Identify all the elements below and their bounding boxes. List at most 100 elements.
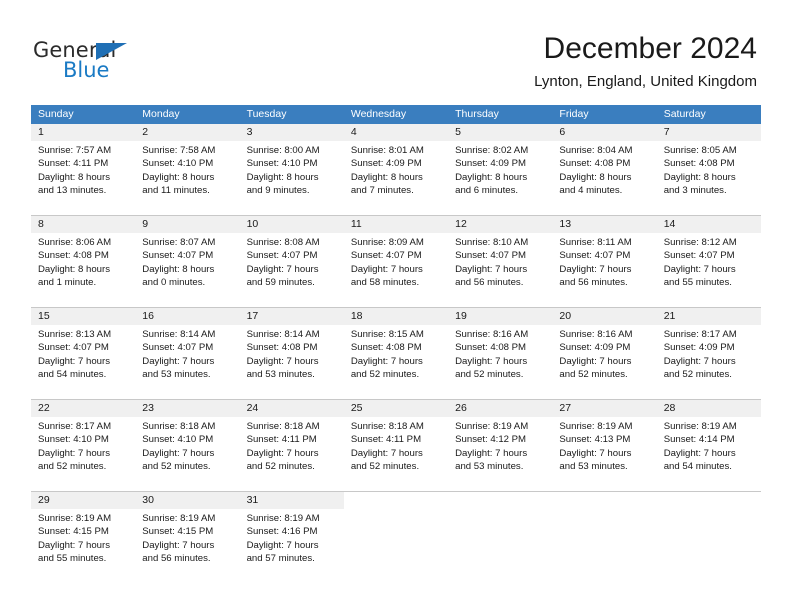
weekday-header-row: Sunday Monday Tuesday Wednesday Thursday… [31,105,761,124]
day-cell[interactable]: 11 Sunrise: 8:09 AM Sunset: 4:07 PM Dayligh… [343,216,449,294]
daylight-text-line1: Daylight: 7 hours [455,355,528,367]
day-cell[interactable]: 6 Sunrise: 8:04 AM Sunset: 4:08 PM Daylight… [552,124,657,202]
sunrise-text: Sunrise: 8:02 AM [455,145,529,156]
daylight-text-line1: Daylight: 7 hours [663,447,736,459]
day-cell-empty [343,492,449,570]
sunset-text: Sunset: 4:15 PM [38,526,109,538]
day-number: 6 [552,124,657,141]
sunrise-text: Sunrise: 7:57 AM [38,145,112,156]
day-number: 22 [31,400,136,417]
sunset-text: Sunset: 4:08 PM [455,342,527,354]
sunrise-text: Sunrise: 8:07 AM [142,237,216,248]
day-sun-info: Sunrise: 8:19 AM Sunset: 4:16 PM Daylight:… [240,509,344,566]
day-number: 2 [135,124,240,141]
weekday-header-wednesday: Wednesday [350,108,407,120]
week-spacer [31,478,761,491]
weekday-header-tuesday: Tuesday [246,108,287,120]
day-sun-info: Sunrise: 8:19 AM Sunset: 4:12 PM Daylight:… [448,417,552,474]
day-cell[interactable]: 29 Sunrise: 8:19 AM Sunset: 4:15 PM Dayligh… [31,492,136,570]
day-cell[interactable]: 24 Sunrise: 8:18 AM Sunset: 4:11 PM Dayligh… [239,400,344,478]
day-number: 24 [239,400,344,417]
day-sun-info: Sunrise: 8:19 AM Sunset: 4:15 PM Daylight:… [31,509,135,566]
sunrise-text: Sunrise: 8:06 AM [38,237,112,248]
day-cell[interactable]: 28 Sunrise: 8:19 AM Sunset: 4:14 PM Dayligh… [656,400,761,478]
day-cell[interactable]: 1 Sunrise: 7:57 AM Sunset: 4:11 PM Daylight… [31,124,136,202]
day-sun-info: Sunrise: 8:06 AM Sunset: 4:08 PM Daylight:… [31,233,135,290]
sunset-text: Sunset: 4:07 PM [38,342,109,354]
weekday-header-thursday: Thursday [455,108,499,120]
day-cell[interactable]: 16 Sunrise: 8:14 AM Sunset: 4:07 PM Dayligh… [135,308,240,386]
calendar-grid: Sunday Monday Tuesday Wednesday Thursday… [31,105,761,570]
daylight-text-line1: Daylight: 7 hours [663,263,736,275]
week-spacer [31,386,761,399]
day-sun-info: Sunrise: 8:12 AM Sunset: 4:07 PM Daylight:… [657,233,761,290]
day-sun-info: Sunrise: 7:58 AM Sunset: 4:10 PM Daylight:… [135,141,239,198]
calendar-week-row: 15 Sunrise: 8:13 AM Sunset: 4:07 PM Dayligh… [31,307,761,386]
title-block: December 2024 Lynton, England, United Ki… [534,30,757,93]
day-cell[interactable]: 8 Sunrise: 8:06 AM Sunset: 4:08 PM Daylight… [31,216,136,294]
sunrise-text: Sunrise: 8:10 AM [455,237,529,248]
day-cell[interactable]: 22 Sunrise: 8:17 AM Sunset: 4:10 PM Dayligh… [31,400,136,478]
day-cell[interactable]: 21 Sunrise: 8:17 AM Sunset: 4:09 PM Dayligh… [656,308,761,386]
sunrise-text: Sunrise: 8:16 AM [455,329,529,340]
day-cell[interactable]: 15 Sunrise: 8:13 AM Sunset: 4:07 PM Dayligh… [31,308,136,386]
day-number: 25 [343,400,449,417]
daylight-text-line1: Daylight: 8 hours [455,171,528,183]
sunset-text: Sunset: 4:09 PM [455,158,527,170]
daylight-text-line2: and 52 minutes. [142,461,211,473]
day-cell[interactable]: 13 Sunrise: 8:11 AM Sunset: 4:07 PM Dayligh… [552,216,657,294]
daylight-text-line2: and 53 minutes. [142,369,211,381]
day-cell[interactable]: 30 Sunrise: 8:19 AM Sunset: 4:15 PM Dayligh… [135,492,240,570]
day-cell[interactable]: 14 Sunrise: 8:12 AM Sunset: 4:07 PM Dayligh… [656,216,761,294]
day-cell-empty [552,492,657,570]
day-cell[interactable]: 7 Sunrise: 8:05 AM Sunset: 4:08 PM Daylight… [656,124,761,202]
calendar-week-row: 8 Sunrise: 8:06 AM Sunset: 4:08 PM Daylight… [31,215,761,294]
daylight-text-line2: and 57 minutes. [246,553,315,565]
day-cell[interactable]: 20 Sunrise: 8:16 AM Sunset: 4:09 PM Dayligh… [552,308,657,386]
daylight-text-line1: Daylight: 7 hours [38,539,110,551]
day-cell[interactable]: 9 Sunrise: 8:07 AM Sunset: 4:07 PM Daylight… [135,216,240,294]
daylight-text-line2: and 7 minutes. [350,185,414,197]
day-cell[interactable]: 2 Sunrise: 7:58 AM Sunset: 4:10 PM Daylight… [135,124,240,202]
sunset-text: Sunset: 4:07 PM [142,250,214,262]
day-cell[interactable]: 4 Sunrise: 8:01 AM Sunset: 4:09 PM Daylight… [343,124,449,202]
day-cell[interactable]: 26 Sunrise: 8:19 AM Sunset: 4:12 PM Dayligh… [448,400,553,478]
day-sun-info: Sunrise: 8:07 AM Sunset: 4:07 PM Daylight:… [135,233,239,290]
day-cell[interactable]: 10 Sunrise: 8:08 AM Sunset: 4:07 PM Dayligh… [239,216,344,294]
day-cell[interactable]: 31 Sunrise: 8:19 AM Sunset: 4:16 PM Dayligh… [239,492,344,570]
daylight-text-line2: and 52 minutes. [559,369,628,381]
daylight-text-line1: Daylight: 7 hours [455,447,528,459]
sunrise-text: Sunrise: 8:19 AM [142,513,216,524]
sunset-text: Sunset: 4:10 PM [38,434,109,446]
day-cell[interactable]: 12 Sunrise: 8:10 AM Sunset: 4:07 PM Dayligh… [448,216,553,294]
day-sun-info: Sunrise: 8:05 AM Sunset: 4:08 PM Daylight:… [657,141,761,198]
day-cell[interactable]: 27 Sunrise: 8:19 AM Sunset: 4:13 PM Dayligh… [552,400,657,478]
day-cell-empty [656,492,761,570]
day-sun-info [344,509,448,512]
day-sun-info: Sunrise: 8:16 AM Sunset: 4:08 PM Daylight:… [448,325,552,382]
sunset-text: Sunset: 4:07 PM [559,250,631,262]
day-cell[interactable]: 18 Sunrise: 8:15 AM Sunset: 4:08 PM Dayligh… [343,308,449,386]
daylight-text-line1: Daylight: 7 hours [246,355,319,367]
day-cell[interactable]: 25 Sunrise: 8:18 AM Sunset: 4:11 PM Dayligh… [343,400,449,478]
calendar-page: General Blue December 2024 Lynton, Engla… [0,0,792,612]
sunrise-text: Sunrise: 8:11 AM [559,237,632,248]
day-cell[interactable]: 5 Sunrise: 8:02 AM Sunset: 4:09 PM Daylight… [448,124,553,202]
daylight-text-line1: Daylight: 8 hours [246,171,319,183]
daylight-text-line2: and 59 minutes. [246,277,315,289]
general-blue-logo: General Blue [33,38,213,84]
sunrise-text: Sunrise: 8:14 AM [142,329,216,340]
calendar-weeks: 1 Sunrise: 7:57 AM Sunset: 4:11 PM Daylight… [31,124,761,570]
day-number: 28 [656,400,761,417]
day-number: 31 [239,492,344,509]
sunset-text: Sunset: 4:16 PM [246,526,318,538]
daylight-text-line1: Daylight: 7 hours [559,447,632,459]
day-cell[interactable]: 3 Sunrise: 8:00 AM Sunset: 4:10 PM Daylight… [239,124,344,202]
daylight-text-line2: and 13 minutes. [38,185,107,197]
day-cell[interactable]: 17 Sunrise: 8:14 AM Sunset: 4:08 PM Dayligh… [239,308,344,386]
day-cell[interactable]: 23 Sunrise: 8:18 AM Sunset: 4:10 PM Dayligh… [135,400,240,478]
sunset-text: Sunset: 4:10 PM [142,434,214,446]
daylight-text-line1: Daylight: 8 hours [559,171,632,183]
sunrise-text: Sunrise: 8:17 AM [38,421,112,432]
day-cell[interactable]: 19 Sunrise: 8:16 AM Sunset: 4:08 PM Dayligh… [448,308,553,386]
